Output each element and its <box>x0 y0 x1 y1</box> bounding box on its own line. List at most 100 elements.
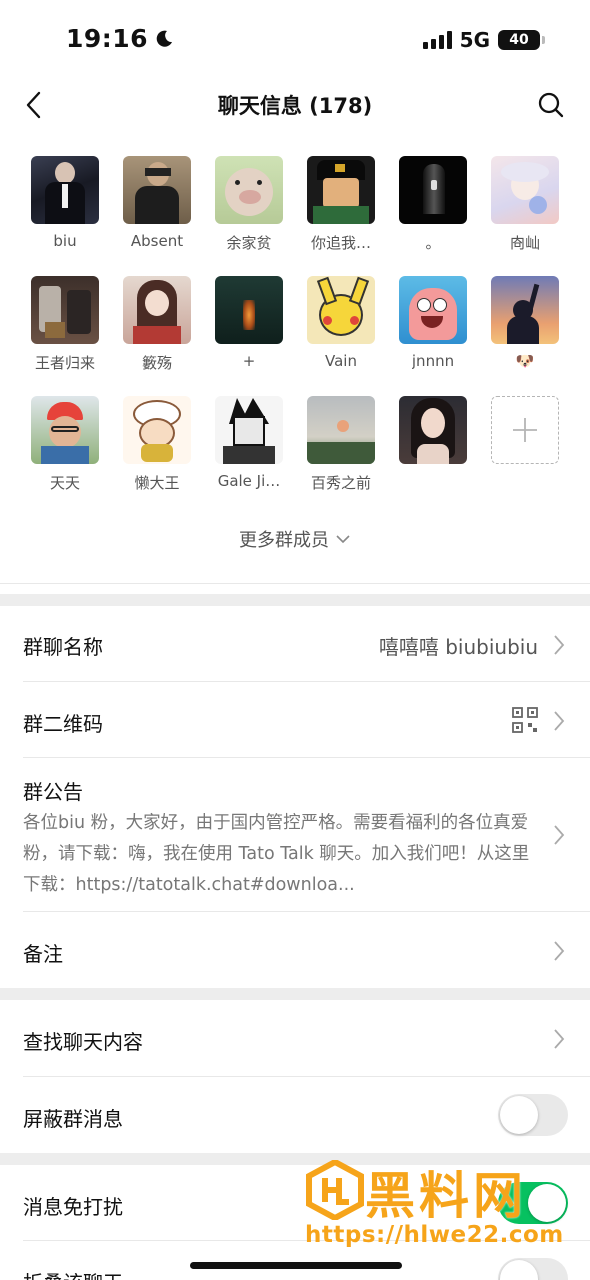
chevron-down-icon <box>336 535 350 544</box>
member-name: 🐶 <box>515 352 535 370</box>
member-name: jnnnn <box>411 352 455 370</box>
chevron-right-icon <box>554 825 565 845</box>
add-member-button[interactable] <box>479 396 571 516</box>
avatar <box>399 276 467 344</box>
member-item[interactable]: + <box>203 276 295 396</box>
avatar <box>31 276 99 344</box>
avatar <box>123 396 191 464</box>
group-name-row[interactable]: 群聊名称 嘻嘻嘻 biubiubiu <box>0 606 590 682</box>
block-messages-row: 屏蔽群消息 <box>0 1077 590 1153</box>
avatar <box>215 396 283 464</box>
member-name: Vain <box>325 352 357 370</box>
chevron-right-icon <box>554 941 565 961</box>
avatar <box>307 396 375 464</box>
member-name: 你追我… <box>310 234 371 252</box>
status-time: 19:16 <box>66 24 174 53</box>
search-chat-row[interactable]: 查找聊天内容 <box>0 1000 590 1077</box>
member-item[interactable]: jnnnn <box>387 276 479 396</box>
member-item[interactable]: Absent <box>111 156 203 276</box>
section-separator <box>0 988 590 1000</box>
member-item[interactable]: Vain <box>295 276 387 396</box>
toggle-knob <box>500 1096 538 1134</box>
member-item[interactable] <box>387 396 479 516</box>
home-indicator[interactable] <box>190 1262 402 1269</box>
chevron-right-icon <box>554 635 565 655</box>
avatar <box>215 156 283 224</box>
avatar <box>491 156 559 224</box>
page-title: 聊天信息 (178) <box>217 94 373 118</box>
member-item[interactable]: 。 <box>387 156 479 276</box>
block-messages-toggle[interactable] <box>498 1094 568 1136</box>
avatar <box>307 156 375 224</box>
chevron-right-icon <box>554 711 565 731</box>
member-item[interactable]: 王者归来 <box>19 276 111 396</box>
toggle-knob <box>500 1260 538 1280</box>
avatar <box>399 396 467 464</box>
member-name: 籔殇 <box>141 354 172 372</box>
network-type: 5G <box>459 28 490 52</box>
member-name: 百秀之前 <box>310 474 371 492</box>
watermark: 黑料网 https://hlwe22.com <box>305 1160 575 1250</box>
member-name: 懒大王 <box>134 474 180 492</box>
member-item[interactable]: 百秀之前 <box>295 396 387 516</box>
avatar <box>31 396 99 464</box>
group-name-value: 嘻嘻嘻 biubiubiu <box>378 635 538 659</box>
battery-icon: 40 <box>498 30 545 50</box>
avatar <box>215 276 283 344</box>
member-item[interactable]: 籔殇 <box>111 276 203 396</box>
chevron-right-icon <box>554 1029 565 1049</box>
divider <box>0 583 590 584</box>
fold-chat-label: 折叠该聊天 <box>23 1267 123 1280</box>
member-item[interactable]: 你追我… <box>295 156 387 276</box>
mute-label: 消息免打扰 <box>23 1195 123 1219</box>
moon-icon <box>156 30 173 47</box>
member-item[interactable]: Gale Ji… <box>203 396 295 516</box>
group-name-label: 群聊名称 <box>23 635 103 659</box>
avatar <box>31 156 99 224</box>
member-name: 王者归来 <box>34 354 95 372</box>
group-notice-text: 各位biu 粉，大家好，由于国内管控严格。需要看福利的各位真爱粉，请下载：嗨，我… <box>23 813 530 895</box>
group-notice-label: 群公告 <box>23 780 83 804</box>
member-item[interactable]: 㕯屾 <box>479 156 571 276</box>
plus-icon <box>513 418 537 442</box>
add-member-box <box>491 396 559 464</box>
qr-code-icon <box>512 707 538 733</box>
member-item[interactable]: 余家贫 <box>203 156 295 276</box>
block-messages-label: 屏蔽群消息 <box>23 1107 123 1131</box>
status-bar: 19:16 5G 40 <box>0 0 590 78</box>
avatar <box>123 276 191 344</box>
member-name: 㕯屾 <box>509 234 540 252</box>
watermark-text: 黑料网 <box>365 1167 527 1225</box>
avatar <box>307 276 375 344</box>
more-members-button[interactable]: 更多群成员 <box>0 526 590 552</box>
status-time-text: 19:16 <box>66 24 149 53</box>
member-name: 余家贫 <box>226 234 272 252</box>
member-name: 。 <box>425 234 441 252</box>
member-item[interactable]: 懒大王 <box>111 396 203 516</box>
member-name: + <box>242 352 256 370</box>
member-item[interactable]: biu <box>19 156 111 276</box>
search-icon <box>538 92 564 118</box>
remark-row[interactable]: 备注 <box>0 912 590 988</box>
search-button[interactable] <box>536 90 566 120</box>
avatar <box>491 276 559 344</box>
signal-icon <box>422 31 452 49</box>
group-notice-row[interactable]: 群公告 各位biu 粉，大家好，由于国内管控严格。需要看福利的各位真爱粉，请下载… <box>0 758 590 912</box>
avatar <box>399 156 467 224</box>
watermark-logo-icon <box>306 1160 364 1220</box>
battery-level: 40 <box>509 32 529 48</box>
member-item[interactable]: 🐶 <box>479 276 571 396</box>
member-name: 天天 <box>49 474 80 492</box>
fold-chat-toggle[interactable] <box>498 1258 568 1280</box>
group-qr-label: 群二维码 <box>23 712 103 736</box>
watermark-url: https://hlwe22.com <box>305 1222 564 1248</box>
member-item[interactable]: 天天 <box>19 396 111 516</box>
member-name: Absent <box>130 232 184 250</box>
member-name: Gale Ji… <box>217 472 281 490</box>
group-qr-row[interactable]: 群二维码 <box>0 682 590 758</box>
avatar <box>123 156 191 224</box>
member-name: biu <box>53 232 77 250</box>
search-chat-label: 查找聊天内容 <box>23 1030 143 1054</box>
section-separator <box>0 594 590 606</box>
member-grid: biu Absent 余家贫 你追我… 。 㕯屾 王者归来 籔殇 + Vain … <box>0 156 590 551</box>
